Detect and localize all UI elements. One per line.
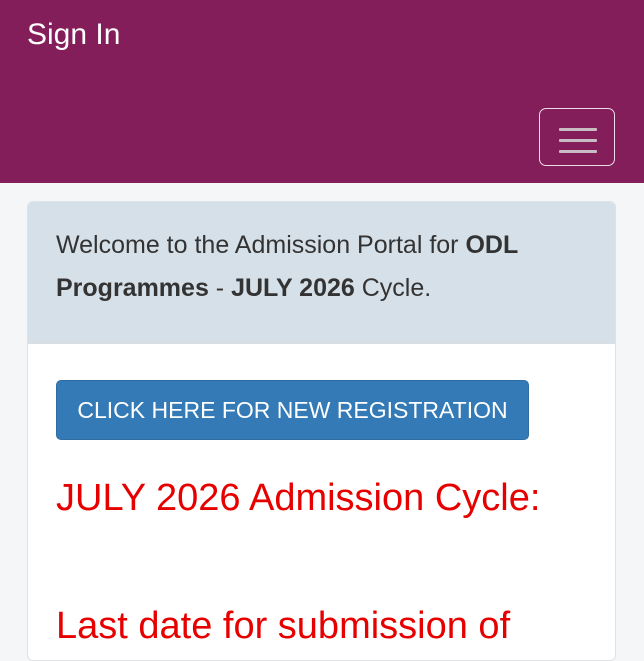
cycle-name: JULY 2026: [231, 274, 355, 302]
welcome-prefix: Welcome to the Admission Portal for: [56, 231, 466, 259]
welcome-message: Welcome to the Admission Portal for ODL …: [56, 224, 587, 310]
top-navbar: Sign In: [0, 0, 644, 183]
new-registration-button[interactable]: CLICK HERE FOR NEW REGISTRATION: [56, 380, 529, 440]
sign-in-link[interactable]: Sign In: [27, 14, 120, 56]
welcome-separator: -: [208, 274, 232, 302]
welcome-panel: Welcome to the Admission Portal for ODL …: [28, 202, 615, 344]
admission-cycle-heading: JULY 2026 Admission Cycle:: [56, 477, 541, 519]
admission-card: Welcome to the Admission Portal for ODL …: [27, 201, 616, 661]
menu-toggle-button[interactable]: [539, 108, 615, 166]
last-date-heading: Last date for submission of: [56, 605, 511, 647]
welcome-suffix: Cycle.: [354, 274, 432, 302]
